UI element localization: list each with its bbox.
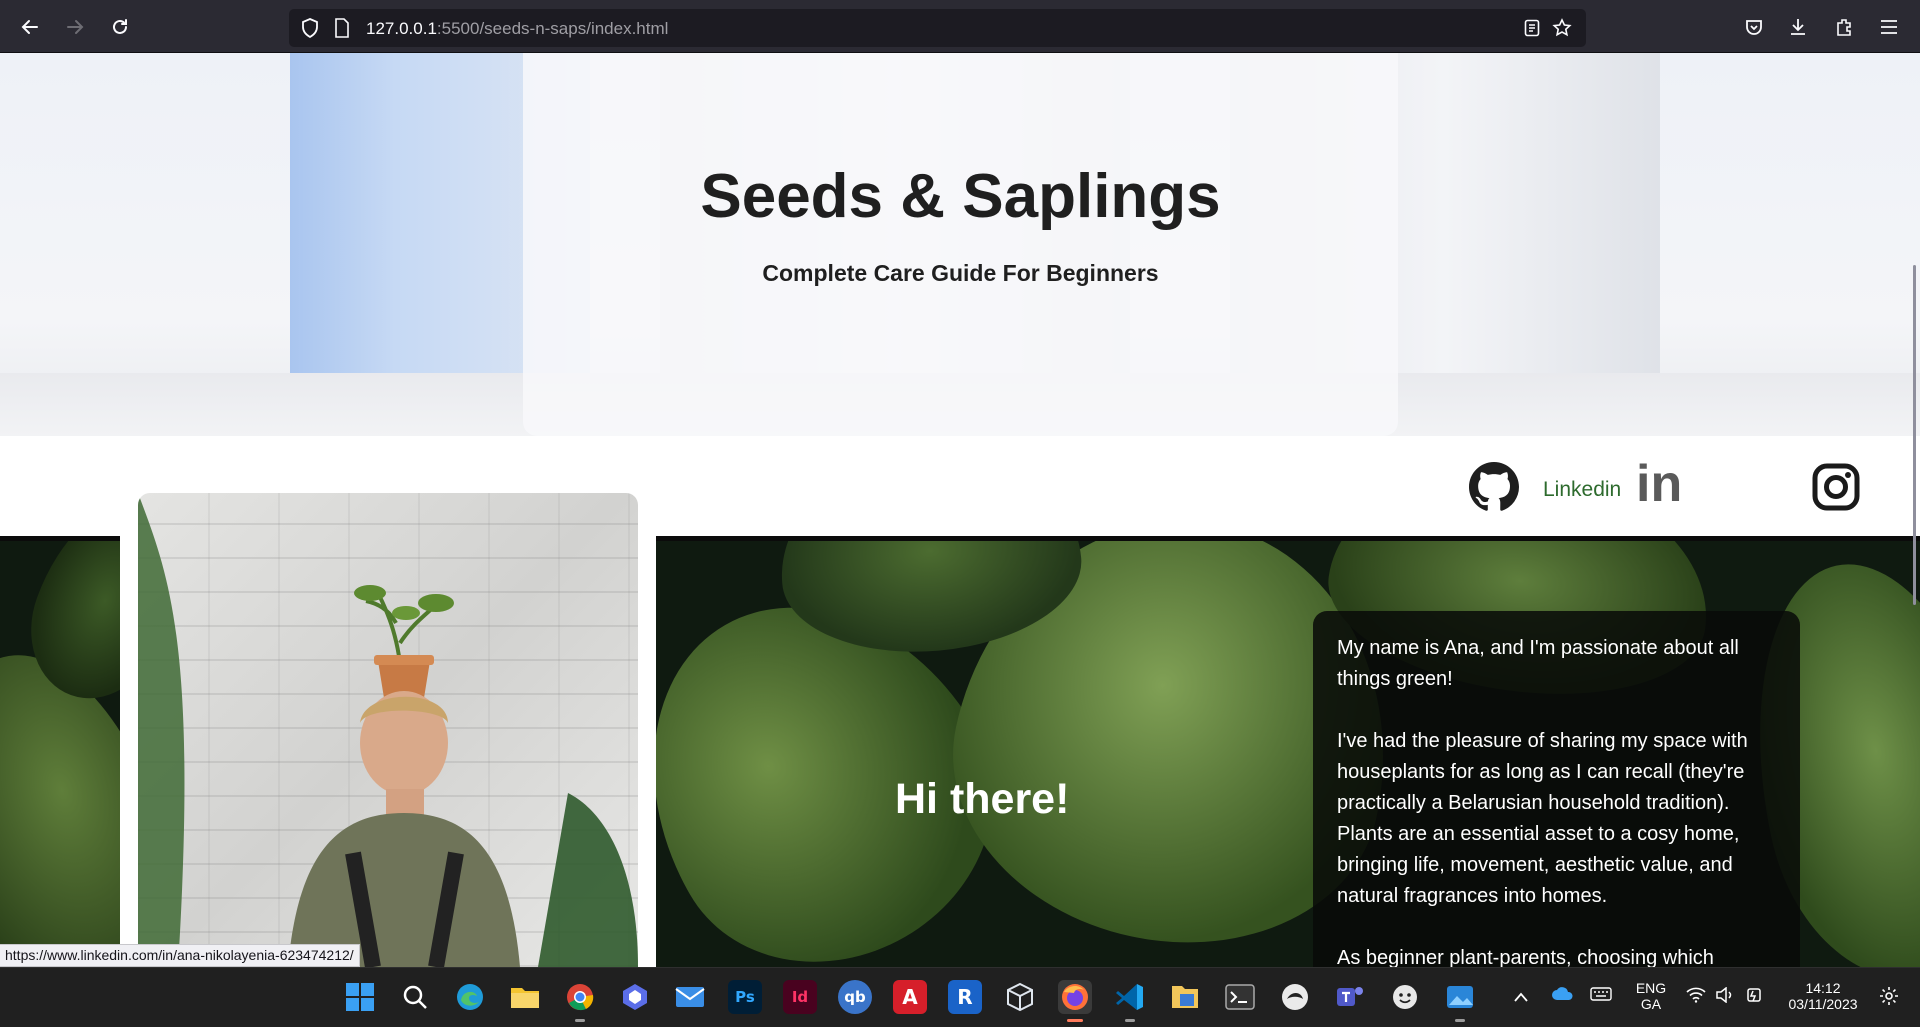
active-indicator — [1125, 1019, 1135, 1022]
teams-icon[interactable] — [1333, 980, 1367, 1014]
search-icon[interactable] — [398, 980, 432, 1014]
forward-arrow-icon[interactable] — [59, 12, 91, 42]
hero-banner: Seeds & Saplings Complete Care Guide For… — [0, 53, 1920, 436]
virtualbox-cube-icon[interactable] — [1003, 980, 1037, 1014]
mail-icon[interactable] — [673, 980, 707, 1014]
start-windows-icon[interactable] — [343, 980, 377, 1014]
photoshop-icon[interactable]: Ps — [728, 980, 762, 1014]
hero-card: Seeds & Saplings Complete Care Guide For… — [523, 53, 1398, 436]
copilot-icon[interactable] — [618, 980, 652, 1014]
autocad-icon[interactable]: A — [893, 980, 927, 1014]
qbittorrent-icon[interactable]: qb — [838, 980, 872, 1014]
chevron-up-icon[interactable] — [1513, 988, 1529, 1008]
portrait-photo — [138, 493, 638, 967]
terminal-icon[interactable] — [1223, 980, 1257, 1014]
about-paragraph: As beginner plant-parents, choosing whic… — [1337, 947, 1714, 967]
revit-icon[interactable]: R — [948, 980, 982, 1014]
page-scrollbar[interactable] — [1913, 265, 1916, 605]
back-arrow-icon[interactable] — [14, 12, 46, 42]
firefox-icon[interactable] — [1058, 980, 1092, 1014]
language-primary: ENG — [1635, 980, 1667, 996]
instagram-icon[interactable] — [1812, 463, 1860, 516]
windows-taskbar: Ps Id qb A R ENG GA 14:12 03/11/2023 — [0, 967, 1920, 1027]
url-path: :5500/seeds-n-saps/index.html — [436, 19, 669, 38]
about-paragraph: I've had the pleasure of sharing my spac… — [1337, 730, 1748, 907]
wifi-icon[interactable] — [1686, 987, 1706, 1008]
browser-toolbar: 127.0.0.1:5500/seeds-n-saps/index.html — [0, 0, 1920, 53]
portrait-frame — [120, 478, 656, 967]
emoji-app-icon[interactable] — [1388, 980, 1422, 1014]
bookmark-star-icon[interactable] — [1551, 17, 1573, 39]
about-paragraph: My name is Ana, and I'm passionate about… — [1337, 637, 1739, 690]
url-text[interactable]: 127.0.0.1:5500/seeds-n-saps/index.html — [366, 19, 668, 39]
active-indicator — [1455, 1019, 1465, 1022]
shield-icon[interactable] — [299, 17, 321, 39]
reader-view-icon[interactable] — [1521, 17, 1543, 39]
inkscape-icon[interactable] — [1278, 980, 1312, 1014]
edge-browser-icon[interactable] — [453, 980, 487, 1014]
indesign-icon[interactable]: Id — [783, 980, 817, 1014]
chrome-icon[interactable] — [563, 980, 597, 1014]
battery-icon[interactable] — [1745, 986, 1765, 1009]
notification-gear-icon[interactable] — [1879, 986, 1899, 1011]
menu-icon[interactable] — [1873, 12, 1905, 42]
volume-icon[interactable] — [1715, 986, 1735, 1008]
onedrive-cloud-icon[interactable] — [1551, 986, 1575, 1007]
file-explorer-icon[interactable] — [508, 980, 542, 1014]
active-indicator — [1067, 1019, 1083, 1022]
clock-time: 14:12 — [1805, 980, 1841, 996]
url-host: 127.0.0.1 — [366, 19, 437, 38]
reload-icon[interactable] — [104, 12, 136, 42]
extensions-icon[interactable] — [1828, 12, 1860, 42]
about-card: My name is Ana, and I'm passionate about… — [1313, 611, 1800, 967]
active-indicator — [575, 1019, 585, 1022]
downloads-icon[interactable] — [1782, 12, 1814, 42]
clock-date: 03/11/2023 — [1788, 996, 1858, 1012]
site-title: Seeds & Saplings — [700, 162, 1221, 231]
language-indicator[interactable]: ENG GA — [1633, 980, 1669, 1012]
file-manager-icon[interactable] — [1168, 980, 1202, 1014]
keyboard-icon[interactable] — [1590, 986, 1612, 1007]
linkedin-link[interactable]: Linkedin — [1543, 478, 1621, 502]
language-secondary: GA — [1640, 996, 1662, 1012]
photos-icon[interactable] — [1443, 980, 1477, 1014]
link-status-tooltip: https://www.linkedin.com/in/ana-nikolaye… — [0, 944, 360, 967]
vscode-icon[interactable] — [1113, 980, 1147, 1014]
page-viewport: Seeds & Saplings Complete Care Guide For… — [0, 53, 1920, 967]
page-icon — [331, 17, 353, 39]
greeting-heading: Hi there! — [895, 775, 1070, 823]
github-icon[interactable] — [1469, 462, 1519, 517]
pocket-icon[interactable] — [1738, 12, 1770, 42]
address-bar[interactable]: 127.0.0.1:5500/seeds-n-saps/index.html — [289, 9, 1586, 47]
site-subtitle: Complete Care Guide For Beginners — [762, 260, 1159, 286]
linkedin-icon[interactable]: in — [1636, 458, 1682, 510]
clock[interactable]: 14:12 03/11/2023 — [1783, 980, 1863, 1012]
